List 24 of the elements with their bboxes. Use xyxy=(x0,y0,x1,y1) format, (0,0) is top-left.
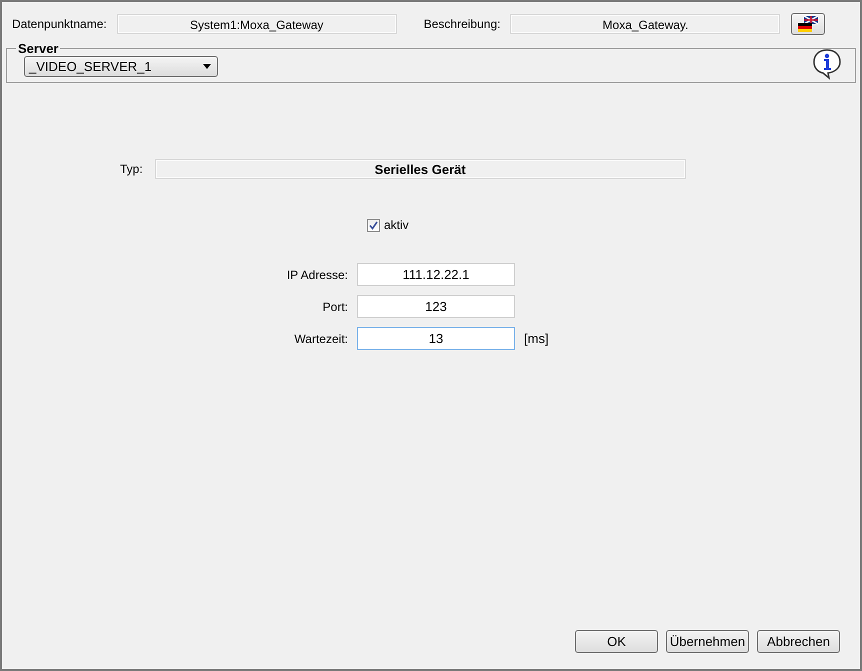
type-label: Typ: xyxy=(120,162,143,176)
dialog-button[interactable]: Übernehmen xyxy=(666,630,749,653)
name-label: Datenpunktname: xyxy=(12,17,107,31)
language-button[interactable] xyxy=(791,13,826,35)
field-label: Port: xyxy=(322,300,348,314)
unit-label: [ms] xyxy=(524,331,549,346)
flag-icon xyxy=(798,16,818,32)
input-field[interactable]: 111.12.22.1 xyxy=(357,263,515,286)
type-field: Serielles Gerät xyxy=(154,159,686,179)
dialog-button[interactable]: Abbrechen xyxy=(757,630,840,653)
field-label: IP Adresse: xyxy=(286,268,348,282)
input-field[interactable]: 123 xyxy=(357,295,515,318)
name-field[interactable]: System1:Moxa_Gateway xyxy=(116,14,397,34)
dialog-button[interactable]: OK xyxy=(575,630,658,653)
description-label: Beschreibung: xyxy=(424,17,500,31)
description-field[interactable]: Moxa_Gateway. xyxy=(510,14,780,34)
server-dropdown[interactable]: _VIDEO_SERVER_1 xyxy=(24,56,218,77)
active-label: aktiv xyxy=(384,218,409,232)
caret-icon xyxy=(203,64,211,69)
info-icon[interactable] xyxy=(811,48,843,80)
active-checkbox[interactable] xyxy=(367,218,380,232)
input-field[interactable]: 13 xyxy=(357,327,515,350)
field-label: Wartezeit: xyxy=(293,332,348,346)
server-legend: Server xyxy=(16,41,60,56)
